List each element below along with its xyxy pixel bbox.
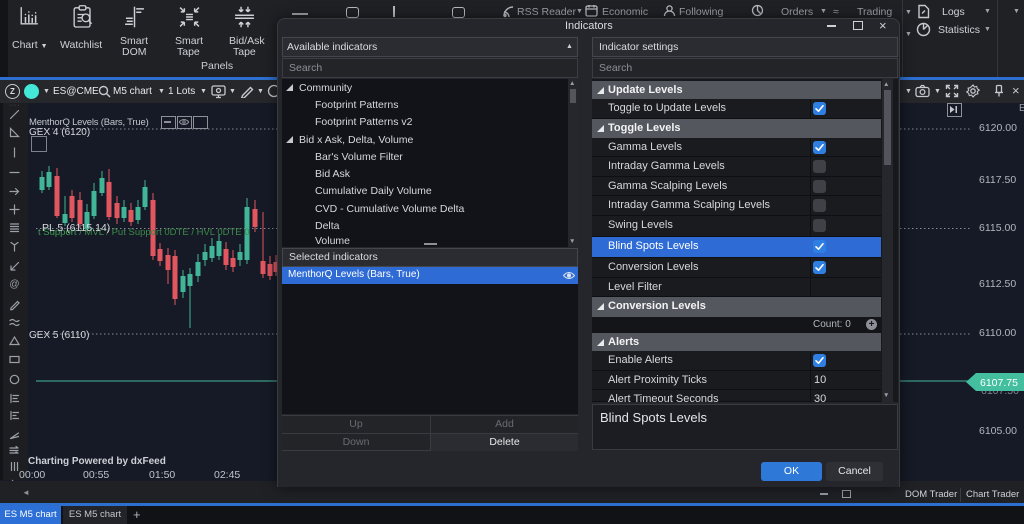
svg-text:6107.75: 6107.75 — [980, 377, 1018, 389]
